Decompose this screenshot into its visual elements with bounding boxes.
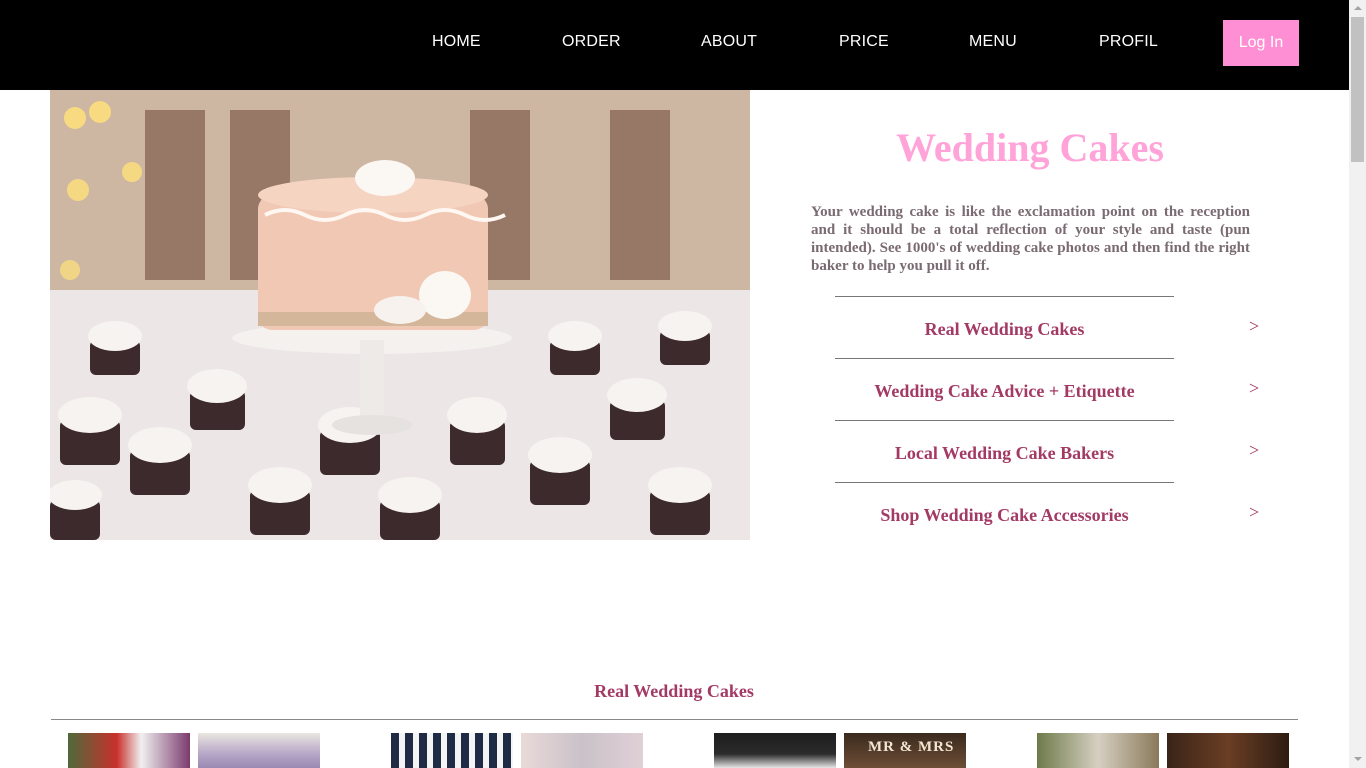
gallery-thumbnail[interactable] [391, 733, 513, 768]
link-local-cake-bakers[interactable]: Local Wedding Cake Bakers > [835, 420, 1259, 482]
nav-order[interactable]: ORDER [562, 33, 621, 51]
nav-home[interactable]: HOME [432, 33, 481, 51]
hero-cake-photo [50, 90, 750, 540]
gallery-thumbnail[interactable] [1167, 733, 1289, 768]
link-shop-cake-accessories[interactable]: Shop Wedding Cake Accessories > [835, 482, 1259, 544]
section-divider [51, 719, 1298, 720]
chevron-right-icon[interactable]: > [1249, 315, 1259, 337]
cake-illustration [50, 90, 750, 540]
nav-menu[interactable]: MENU [969, 33, 1017, 51]
gallery-thumbnail[interactable] [68, 733, 190, 768]
chevron-right-icon[interactable]: > [1249, 439, 1259, 461]
gallery-thumbnail[interactable]: MR & MRS [844, 733, 966, 768]
scroll-up-arrow-icon[interactable] [1349, 0, 1366, 17]
chevron-right-icon[interactable]: > [1249, 377, 1259, 399]
scroll-thumb[interactable] [1351, 17, 1364, 162]
link-label[interactable]: Shop Wedding Cake Accessories [835, 504, 1174, 526]
top-navbar: HOME ORDER ABOUT PRICE MENU PROFIL Log I… [0, 0, 1349, 90]
section-title: Real Wedding Cakes [594, 681, 754, 701]
gallery-thumbnail[interactable] [1037, 733, 1159, 768]
link-label[interactable]: Wedding Cake Advice + Etiquette [835, 380, 1174, 402]
link-cake-advice-etiquette[interactable]: Wedding Cake Advice + Etiquette > [835, 358, 1259, 420]
intro-paragraph: Your wedding cake is like the exclamatio… [811, 204, 1250, 274]
link-label[interactable]: Local Wedding Cake Bakers [835, 442, 1174, 464]
page-title: Wedding Cakes [896, 125, 1164, 170]
gallery-thumbnail[interactable] [521, 733, 643, 768]
scroll-down-arrow-icon[interactable] [1349, 751, 1366, 768]
nav-about[interactable]: ABOUT [701, 33, 757, 51]
gallery-thumbnail[interactable] [714, 733, 836, 768]
link-label[interactable]: Real Wedding Cakes [835, 318, 1174, 340]
category-link-list: Real Wedding Cakes > Wedding Cake Advice… [835, 296, 1265, 544]
vertical-scrollbar[interactable] [1349, 0, 1366, 768]
login-button[interactable]: Log In [1223, 20, 1299, 66]
gallery-thumbnail[interactable] [198, 733, 320, 768]
chevron-right-icon[interactable]: > [1249, 501, 1259, 523]
nav-profil[interactable]: PROFIL [1099, 33, 1158, 51]
link-real-wedding-cakes[interactable]: Real Wedding Cakes > [835, 296, 1259, 358]
nav-price[interactable]: PRICE [839, 33, 889, 51]
thumbnail-sign-text: MR & MRS [868, 739, 955, 755]
